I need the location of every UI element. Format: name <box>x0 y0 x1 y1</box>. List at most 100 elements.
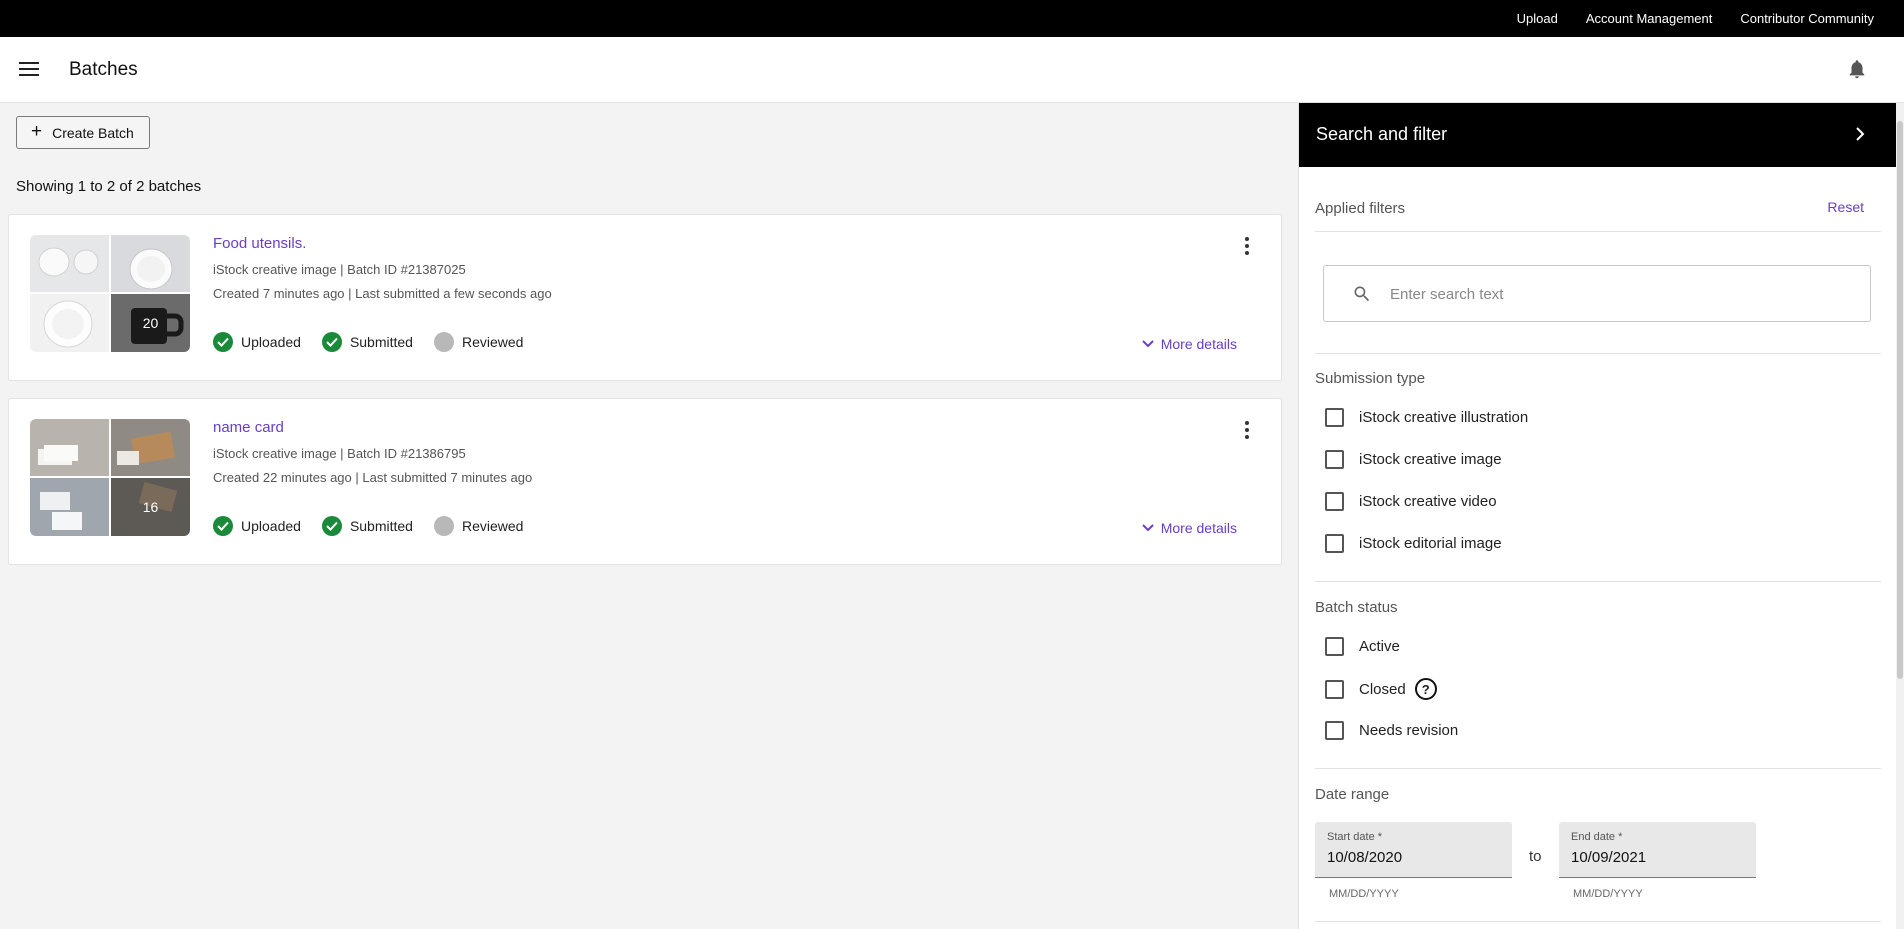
status-tracker: Uploaded Submitted Reviewed <box>213 332 544 352</box>
create-batch-label: Create Batch <box>52 124 134 141</box>
scrollbar-thumb[interactable] <box>1897 121 1903 679</box>
page-title: Batches <box>69 59 138 80</box>
filter-active[interactable]: Active <box>1325 637 1400 656</box>
search-input[interactable] <box>1390 280 1850 308</box>
thumbnail-image: 20 <box>111 294 190 352</box>
panel-title: Search and filter <box>1316 124 1448 144</box>
more-details-label: More details <box>1160 520 1237 536</box>
batch-time-line: Created 22 minutes ago | Last submitted … <box>213 470 533 485</box>
batch-title[interactable]: Food utensils. <box>213 235 306 252</box>
status-label: Uploaded <box>241 334 301 350</box>
more-details-label: More details <box>1160 336 1237 352</box>
help-icon[interactable]: ? <box>1414 678 1437 700</box>
more-details-link[interactable]: More details <box>1142 336 1237 352</box>
date-range-separator: to <box>1529 848 1542 865</box>
checkbox[interactable] <box>1325 534 1344 553</box>
search-icon <box>1354 286 1370 302</box>
upload-link[interactable]: Upload <box>1517 11 1558 26</box>
status-label: Submitted <box>349 518 413 534</box>
status-tracker: Uploaded Submitted Reviewed <box>213 516 544 536</box>
checkbox-label: iStock editorial image <box>1359 535 1502 552</box>
check-circle-icon <box>321 332 342 352</box>
top-utility-bar: Upload Account Management Contributor Co… <box>0 0 1904 37</box>
thumbnail-image <box>111 235 190 292</box>
panel-scrollbar[interactable] <box>1896 103 1904 929</box>
divider <box>1315 921 1881 922</box>
status-submitted: Submitted <box>321 516 413 536</box>
end-date-hint: MM/DD/YYYY <box>1573 888 1643 900</box>
create-batch-button[interactable]: + Create Batch <box>16 116 150 149</box>
status-reviewed: Reviewed <box>433 516 524 536</box>
thumbnail-image <box>30 235 109 292</box>
chevron-down-icon <box>1142 340 1154 348</box>
more-options-icon[interactable] <box>1243 237 1251 257</box>
status-uploaded: Uploaded <box>213 332 301 352</box>
thumbnail-image <box>30 419 109 476</box>
checkbox[interactable] <box>1325 492 1344 511</box>
chevron-right-icon[interactable] <box>1855 126 1865 142</box>
plus-icon: + <box>31 121 43 142</box>
filter-closed[interactable]: Closed ? <box>1325 678 1437 700</box>
status-submitted: Submitted <box>321 332 413 352</box>
thumbnail-count: 20 <box>142 315 159 331</box>
thumbnail-count: 16 <box>142 499 159 515</box>
more-details-link[interactable]: More details <box>1142 520 1237 536</box>
app-header: Batches <box>0 37 1904 103</box>
thumbnail-image <box>30 294 109 352</box>
reset-button[interactable]: Reset <box>1827 199 1864 215</box>
batch-card: 16 name card iStock creative image | Bat… <box>8 398 1282 565</box>
end-date-field[interactable]: End date * 10/09/2021 <box>1559 822 1756 878</box>
more-options-icon[interactable] <box>1243 421 1251 441</box>
status-label: Reviewed <box>461 518 524 534</box>
start-date-value[interactable]: 10/08/2020 <box>1327 849 1402 866</box>
notification-bell-icon[interactable] <box>1846 57 1868 81</box>
status-label: Uploaded <box>241 518 301 534</box>
batch-card: 20 Food utensils. iStock creative image … <box>8 214 1282 381</box>
results-summary: Showing 1 to 2 of 2 batches <box>16 178 202 195</box>
checkbox-label: iStock creative image <box>1359 451 1502 468</box>
status-label: Reviewed <box>461 334 524 350</box>
filter-istock-creative-video[interactable]: iStock creative video <box>1325 492 1497 511</box>
search-box <box>1323 265 1871 322</box>
divider <box>1315 231 1881 232</box>
checkbox-label: Needs revision <box>1359 722 1459 739</box>
batch-type-line: iStock creative image | Batch ID #213870… <box>213 262 466 277</box>
batch-time-line: Created 7 minutes ago | Last submitted a… <box>213 286 552 301</box>
menu-icon[interactable] <box>19 62 39 78</box>
check-circle-icon <box>213 332 233 352</box>
filter-needs-revision[interactable]: Needs revision <box>1325 721 1458 740</box>
end-date-label: End date * <box>1571 831 1623 843</box>
checkbox-label: Closed <box>1359 680 1406 698</box>
filter-istock-creative-image[interactable]: iStock creative image <box>1325 450 1502 469</box>
start-date-field[interactable]: Start date * 10/08/2020 <box>1315 822 1512 878</box>
batch-thumbnails[interactable]: 20 <box>30 235 190 352</box>
pending-circle-icon <box>433 332 454 352</box>
filter-istock-editorial-image[interactable]: iStock editorial image <box>1325 534 1502 553</box>
divider <box>1315 581 1881 582</box>
batch-title[interactable]: name card <box>213 419 284 436</box>
batch-thumbnails[interactable]: 16 <box>30 419 190 536</box>
panel-header: Search and filter <box>1299 103 1897 167</box>
batch-type-line: iStock creative image | Batch ID #213867… <box>213 446 466 461</box>
checkbox[interactable] <box>1325 637 1344 656</box>
top-nav: Upload Account Management Contributor Co… <box>1517 0 1874 37</box>
check-circle-icon <box>321 516 342 536</box>
start-date-hint: MM/DD/YYYY <box>1329 888 1399 900</box>
checkbox-label: iStock creative illustration <box>1359 409 1529 426</box>
checkbox[interactable] <box>1325 408 1344 427</box>
chevron-down-icon <box>1142 524 1154 532</box>
end-date-value[interactable]: 10/09/2021 <box>1571 849 1646 866</box>
start-date-label: Start date * <box>1327 831 1383 843</box>
divider <box>1315 768 1881 769</box>
batch-status-label: Batch status <box>1315 599 1398 616</box>
checkbox[interactable] <box>1325 721 1344 740</box>
filter-istock-creative-illustration[interactable]: iStock creative illustration <box>1325 408 1528 427</box>
account-management-link[interactable]: Account Management <box>1586 11 1712 26</box>
thumbnail-image <box>111 419 190 476</box>
status-label: Submitted <box>349 334 413 350</box>
main-content: + Create Batch Showing 1 to 2 of 2 batch… <box>0 103 1298 929</box>
checkbox[interactable] <box>1325 679 1344 699</box>
checkbox[interactable] <box>1325 450 1344 469</box>
contributor-community-link[interactable]: Contributor Community <box>1740 11 1874 26</box>
status-uploaded: Uploaded <box>213 516 301 536</box>
